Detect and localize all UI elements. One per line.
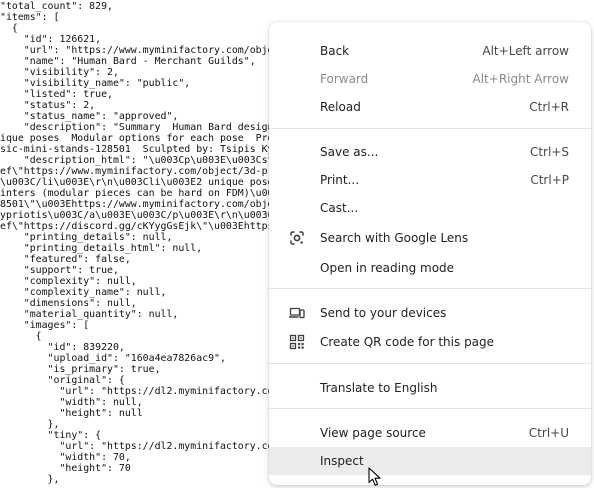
menu-item-view-page-source[interactable]: View page source Ctrl+U	[269, 419, 591, 447]
json-line: "status": 2,	[0, 100, 96, 111]
json-line: ique poses Modular options for each pose…	[0, 133, 304, 144]
json-line: "dimensions": null,	[0, 298, 137, 309]
menu-separator	[269, 288, 591, 289]
json-line: 8501\"\u003Ehttps://www.myminifactory.co…	[0, 199, 304, 210]
json-line: {	[0, 23, 18, 34]
json-line: "url": "https://www.myminifactory.com/ob…	[0, 45, 304, 56]
menu-item-translate[interactable]: Translate to English	[269, 374, 591, 402]
json-line: "width": null,	[0, 397, 143, 408]
menu-item-save-as[interactable]: Save as... Ctrl+S	[269, 138, 591, 166]
json-line: "width": 70,	[0, 452, 131, 463]
menu-item-shortcut: Ctrl+R	[529, 100, 569, 114]
menu-separator	[269, 363, 591, 364]
menu-item-shortcut: Ctrl+P	[530, 173, 569, 187]
json-line: {	[0, 331, 42, 342]
json-line: sic-mini-stands-128501 Sculpted by: Tsip…	[0, 144, 304, 155]
menu-item-back[interactable]: Back Alt+Left arrow	[269, 37, 591, 65]
menu-item-create-qr-code[interactable]: Create QR code for this page	[269, 328, 591, 356]
menu-item-inspect[interactable]: Inspect	[269, 447, 591, 475]
json-line: "height": 70	[0, 463, 131, 474]
menu-item-search-google-lens[interactable]: Search with Google Lens	[269, 224, 591, 252]
json-line: "description": "Summary Human Bard desig…	[0, 122, 304, 133]
json-line: inters (modular pieces can be hard on FD…	[0, 188, 304, 199]
json-line: \u003C/li\u003E\r\n\u003Cli\u003E2 uniqu…	[0, 177, 286, 188]
menu-item-label: View page source	[320, 426, 426, 440]
menu-item-label: Print...	[320, 173, 360, 187]
menu-item-label: Send to your devices	[320, 306, 447, 320]
json-line: },	[0, 419, 60, 430]
json-line: "upload_id": "160a4ea7826ac9",	[0, 353, 226, 364]
browser-context-menu: Back Alt+Left arrow Forward Alt+Right Ar…	[269, 22, 591, 485]
menu-item-shortcut: Ctrl+S	[529, 145, 569, 159]
json-line: "original": {	[0, 375, 125, 386]
menu-item-shortcut: Alt+Left arrow	[482, 44, 569, 58]
qr-code-icon	[289, 334, 305, 350]
json-line: "printing_details_html": null,	[0, 243, 203, 254]
json-line: "url": "https://dl2.myminifactory.com/ob…	[0, 441, 304, 452]
menu-separator	[269, 128, 591, 129]
menu-item-label: Search with Google Lens	[320, 231, 469, 245]
menu-separator	[269, 408, 591, 409]
json-line: "featured": false,	[0, 254, 131, 265]
menu-item-label: Reload	[320, 100, 361, 114]
json-line: "id": 126621,	[0, 34, 102, 45]
devices-icon	[288, 305, 305, 321]
json-line: "tiny": {	[0, 430, 102, 441]
json-line: ef\"https://www.myminifactory.com/object…	[0, 166, 298, 177]
json-line: "material_quantity": null,	[0, 309, 179, 320]
json-line: "status_name": "approved",	[0, 111, 179, 122]
menu-item-label: Cast...	[320, 201, 359, 215]
json-line: "complexity_name": null,	[0, 287, 167, 298]
menu-item-label: Back	[320, 44, 350, 58]
json-line: ef\"https://discord.gg/cKYygGsEjk\"\u003…	[0, 221, 298, 232]
json-line: ypriotis\u003C/a\u003E\u003C/p\u003E\r\n…	[0, 210, 310, 221]
menu-item-label: Save as...	[320, 145, 379, 159]
mouse-pointer-icon	[368, 467, 382, 487]
menu-item-reading-mode[interactable]: Open in reading mode	[269, 254, 591, 282]
json-line: "printing_details": null,	[0, 232, 173, 243]
json-line: "name": "Human Bard - Merchant Guilds",	[0, 56, 256, 67]
json-line: "complexity": null,	[0, 276, 137, 287]
menu-item-cast[interactable]: Cast...	[269, 194, 591, 222]
json-line: "visibility": 2,	[0, 67, 119, 78]
menu-item-label: Create QR code for this page	[320, 335, 495, 349]
json-line: "images": [	[0, 320, 90, 331]
json-line: "is_primary": true,	[0, 364, 161, 375]
json-line: "items": [	[0, 12, 60, 23]
json-line: "id": 839220,	[0, 342, 125, 353]
json-line: "url": "https://dl2.myminifactory.com/ob…	[0, 386, 304, 397]
menu-item-print[interactable]: Print... Ctrl+P	[269, 166, 591, 194]
json-line: "support": true,	[0, 265, 119, 276]
menu-item-label: Translate to English	[320, 381, 438, 395]
json-line: "description_html": "\u003Cp\u003E\u003C…	[0, 155, 304, 166]
menu-item-shortcut: Alt+Right Arrow	[472, 72, 569, 86]
json-line: "total_count": 829,	[0, 1, 113, 12]
menu-item-shortcut: Ctrl+U	[528, 426, 569, 440]
menu-item-label: Forward	[320, 72, 369, 86]
menu-item-reload[interactable]: Reload Ctrl+R	[269, 93, 591, 121]
json-line: "listed": true,	[0, 89, 113, 100]
menu-item-forward: Forward Alt+Right Arrow	[269, 65, 591, 93]
menu-item-send-to-devices[interactable]: Send to your devices	[269, 299, 591, 327]
json-line: "height": null	[0, 408, 143, 419]
menu-item-label: Open in reading mode	[320, 261, 455, 275]
json-line: "visibility_name": "public",	[0, 78, 191, 89]
menu-item-label: Inspect	[320, 454, 364, 468]
json-line: },	[0, 474, 60, 485]
google-lens-icon	[289, 230, 305, 246]
